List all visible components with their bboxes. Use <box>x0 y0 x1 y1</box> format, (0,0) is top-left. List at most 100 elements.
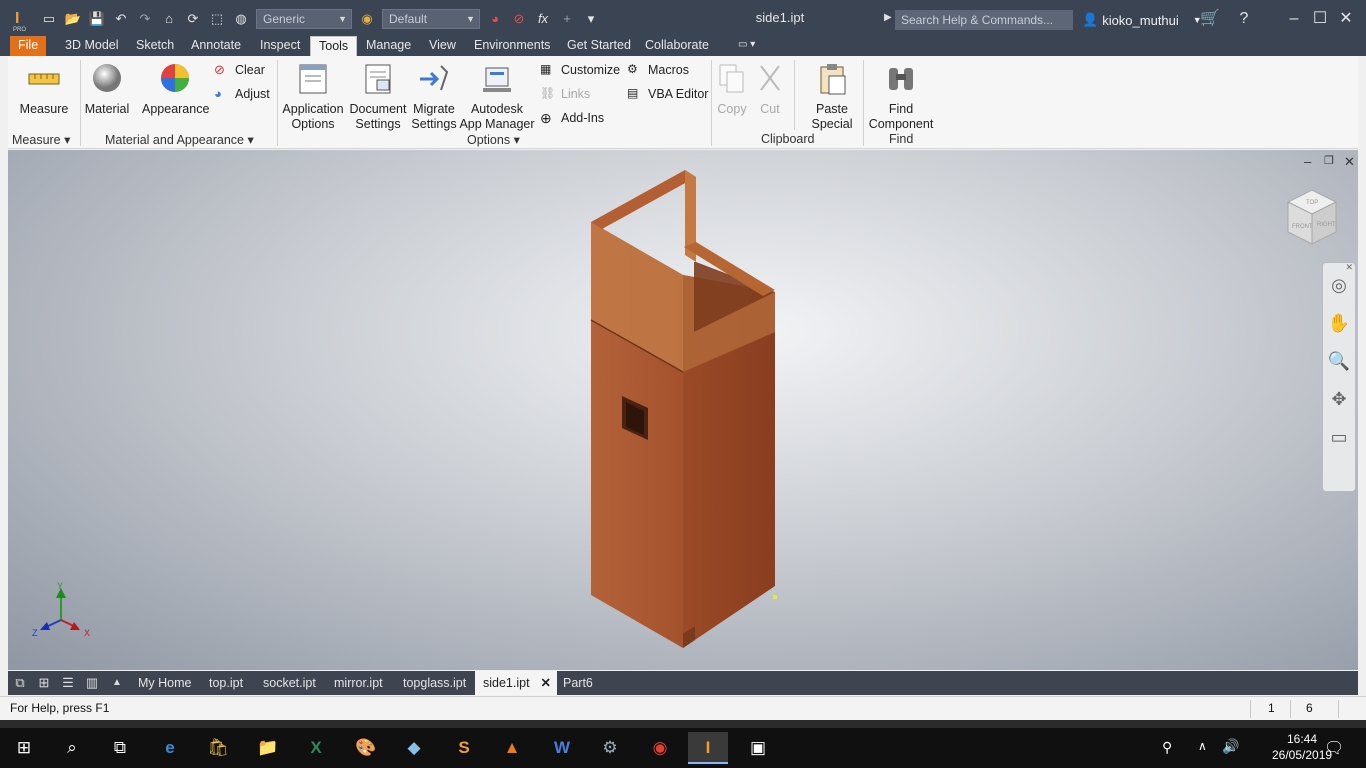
volume-icon[interactable]: 🔊 <box>1222 738 1239 755</box>
store-icon[interactable]: 🛍 <box>198 732 238 764</box>
file-explorer-icon[interactable]: 📁 <box>248 732 288 764</box>
chevron-up-icon[interactable]: ∧ <box>1198 739 1207 753</box>
search-icon[interactable]: ⌕ <box>52 732 92 764</box>
macros-button[interactable]: ⚙ Macros <box>627 61 689 79</box>
appearance-button[interactable]: Appearance <box>142 62 209 117</box>
find-component-button[interactable]: Find Component <box>865 62 937 132</box>
tab-tools[interactable]: Tools <box>310 36 358 56</box>
style-dropdown[interactable]: Generic ▼ <box>256 9 352 29</box>
adjust-icon[interactable]: ◕ <box>486 10 504 28</box>
glass-app-icon[interactable]: ◆ <box>394 732 434 764</box>
tab-view[interactable]: View <box>421 36 464 56</box>
tab-manage[interactable]: Manage <box>358 36 419 56</box>
fx-icon[interactable]: fx <box>534 10 552 28</box>
measure-button[interactable]: Measure <box>16 62 72 117</box>
vba-editor-button[interactable]: ▤ VBA Editor <box>627 85 708 103</box>
user-account[interactable]: 👤 kioko_muthui ▼ <box>1082 12 1202 28</box>
appearance-dropdown[interactable]: Default ▼ <box>382 9 480 29</box>
tab-environments[interactable]: Environments <box>466 36 558 56</box>
task-view-icon[interactable]: ⧉ <box>100 732 140 764</box>
color-wheel-icon[interactable]: ◉ <box>358 10 376 28</box>
panel-measure-label[interactable]: Measure ▾ <box>12 132 70 147</box>
cut-button[interactable]: Cut <box>752 62 788 117</box>
zoom-icon[interactable]: 🔍 <box>1323 345 1355 377</box>
doc-tab-socket[interactable]: socket.ipt <box>263 671 316 695</box>
paste-special-button[interactable]: Paste Special <box>804 62 860 132</box>
arrange-up-icon[interactable]: ▲ <box>109 675 125 691</box>
inventor-taskbar-icon[interactable]: I <box>688 732 728 764</box>
tab-inspect[interactable]: Inspect <box>252 36 308 56</box>
doc-tab-part6[interactable]: Part6 <box>563 671 593 695</box>
orbit-icon[interactable]: ✥ <box>1323 383 1355 415</box>
clock[interactable]: 16:44 26/05/2019 <box>1272 732 1332 762</box>
tab-annotate[interactable]: Annotate <box>183 36 249 56</box>
select-icon[interactable]: ⬚ <box>208 10 226 28</box>
doc-tab-side1[interactable]: side1.ipt ✕ <box>475 671 557 695</box>
save-icon[interactable]: 💾 <box>88 10 106 28</box>
look-at-icon[interactable]: ▭ <box>1323 421 1355 453</box>
inventor-logo[interactable]: I PRO <box>10 8 30 33</box>
cart-icon[interactable]: 🛒 <box>1198 8 1222 30</box>
sublime-text-icon[interactable]: S <box>444 732 484 764</box>
panel-options-label[interactable]: Options ▾ <box>467 132 520 147</box>
steering-wheel-icon[interactable]: ◎ <box>1323 269 1355 301</box>
graphics-viewport[interactable]: – ❐ ✕ TOP FRONT RIGHT ✕ ◎ ✋ 🔍 ✥ ▭ Y Z X <box>8 150 1358 670</box>
undo-icon[interactable]: ↶ <box>112 10 130 28</box>
sketch-point[interactable] <box>773 595 777 599</box>
tab-file[interactable]: File <box>10 36 47 56</box>
links-button[interactable]: ⛓ Links <box>540 85 590 103</box>
doc-tab-topglass[interactable]: topglass.ipt <box>403 671 466 695</box>
customize-qat-icon[interactable]: ▾ <box>582 10 600 28</box>
material-icon[interactable]: ◍ <box>232 10 250 28</box>
minimize-button[interactable]: – <box>1282 8 1306 30</box>
doc-tab-my-home[interactable]: My Home <box>138 671 191 695</box>
vlc-icon[interactable]: ▲ <box>492 732 532 764</box>
tile-icon[interactable]: ⊞ <box>36 675 52 691</box>
close-button[interactable]: ✕ <box>1334 8 1358 30</box>
redo-icon[interactable]: ↷ <box>136 10 154 28</box>
windows-start-icon[interactable]: ⊞ <box>4 732 44 764</box>
plus-icon[interactable]: + <box>558 10 576 28</box>
navbar-close-icon[interactable]: ✕ <box>1345 262 1353 273</box>
app-manager-button[interactable]: Autodesk App Manager <box>459 62 535 132</box>
new-file-icon[interactable]: ▭ <box>40 10 58 28</box>
word-icon[interactable]: W <box>542 732 582 764</box>
adjust-button[interactable]: ◕ Adjust <box>214 85 270 103</box>
copy-button[interactable]: Copy <box>714 62 750 117</box>
photos-icon[interactable]: ▣ <box>738 732 778 764</box>
help-icon[interactable]: ? <box>1232 8 1256 30</box>
update-icon[interactable]: ⟳ <box>184 10 202 28</box>
help-search-input[interactable]: Search Help & Commands... <box>895 10 1073 30</box>
edge-browser-icon[interactable]: e <box>150 732 190 764</box>
pan-icon[interactable]: ✋ <box>1323 307 1355 339</box>
doc-tab-mirror[interactable]: mirror.ipt <box>334 671 383 695</box>
paint-icon[interactable]: 🎨 <box>346 732 386 764</box>
material-button[interactable]: Material <box>82 62 132 117</box>
close-tab-icon[interactable]: ✕ <box>541 671 551 695</box>
clear-button[interactable]: ⊘ Clear <box>214 61 265 79</box>
migrate-settings-button[interactable]: Migrate Settings <box>409 62 459 132</box>
control-panel-icon[interactable]: ⚙ <box>590 732 630 764</box>
clear-appearance-icon[interactable]: ⊘ <box>510 10 528 28</box>
tab-collaborate[interactable]: Collaborate <box>637 36 717 56</box>
excel-icon[interactable]: X <box>296 732 336 764</box>
tile-horizontal-icon[interactable]: ☰ <box>60 675 76 691</box>
open-icon[interactable]: 📂 <box>64 10 82 28</box>
view-cube[interactable]: TOP FRONT RIGHT <box>1284 188 1340 251</box>
tile-vertical-icon[interactable]: ▥ <box>84 675 100 691</box>
application-options-button[interactable]: Application Options <box>280 62 346 132</box>
ribbon-display-toggle-icon[interactable]: ▭ ▾ <box>730 36 763 56</box>
home-icon[interactable]: ⌂ <box>160 10 178 28</box>
part-model[interactable] <box>8 150 1358 670</box>
tab-sketch[interactable]: Sketch <box>128 36 182 56</box>
customize-button[interactable]: ▦ Customize <box>540 61 620 79</box>
notifications-icon[interactable]: 🗨 <box>1324 738 1344 758</box>
panel-material-appearance-label[interactable]: Material and Appearance ▾ <box>105 132 254 147</box>
doc-tab-top[interactable]: top.ipt <box>209 671 243 695</box>
chevron-right-icon[interactable]: ▶ <box>884 12 892 23</box>
document-settings-button[interactable]: Document Settings <box>347 62 409 132</box>
tab-get-started[interactable]: Get Started <box>559 36 639 56</box>
tab-3d-model[interactable]: 3D Model <box>57 36 127 56</box>
people-icon[interactable]: ⚲ <box>1162 739 1172 756</box>
add-ins-button[interactable]: ⊕ Add-Ins <box>540 109 604 127</box>
